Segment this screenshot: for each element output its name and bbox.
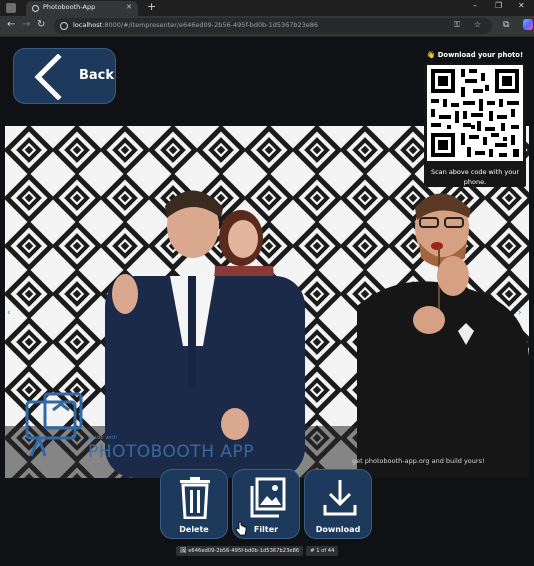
qr-download-panel: 👋 Download your photo! Scan above code w… (424, 51, 526, 187)
extensions-icon[interactable]: ⧉ (503, 20, 509, 30)
qr-card: Scan above code with your phone. (424, 62, 526, 187)
browser-tab[interactable]: Photobooth-App ✕ (26, 1, 138, 16)
download-button[interactable]: Download (304, 469, 372, 539)
globe-icon (32, 5, 39, 12)
photobooth-logo-icon (25, 392, 83, 457)
next-arrow-icon[interactable]: › (518, 308, 522, 318)
hand-cursor-icon (235, 521, 247, 536)
key-icon[interactable]: ⚿ (454, 20, 460, 30)
trash-icon (180, 477, 210, 519)
minimize-icon[interactable]: – (473, 1, 477, 10)
item-presenter-page: Back ‹ › 👋 Download your photo! Scan abo… (0, 37, 534, 566)
tab-actions-icon[interactable] (6, 3, 16, 13)
maximize-icon[interactable]: ❐ (495, 1, 502, 10)
prev-arrow-icon[interactable]: ‹ (7, 308, 11, 318)
watermark-link: get photobooth-app.org and build yours! (352, 457, 485, 465)
qr-caption: Scan above code with your phone. (430, 168, 520, 186)
back-button-label: Back (79, 68, 115, 83)
watermark-made-with: made with (88, 435, 118, 441)
delete-button[interactable]: Delete (160, 469, 228, 539)
copilot-icon[interactable] (523, 19, 533, 30)
star-icon[interactable]: ☆ (474, 20, 481, 29)
arrow-right-icon[interactable]: → (22, 19, 30, 31)
site-info-icon[interactable] (60, 22, 68, 30)
image-icon (250, 477, 286, 518)
tab-title: Photobooth-App (43, 3, 96, 11)
tab-close-icon[interactable]: ✕ (126, 3, 132, 11)
address-bar[interactable]: localhost:8000/#/itempresenter/e646ed09-… (54, 18, 492, 34)
qr-code (427, 65, 523, 161)
watermark-app-name: PHOTOBOOTH APP (88, 442, 255, 462)
item-id-badge: 🖼 e646ed09-2b56-495f-bd0b-1d5367b23e86 (176, 546, 304, 556)
delete-button-label: Delete (179, 525, 209, 534)
close-window-icon[interactable]: ✕ (518, 1, 525, 10)
browser-toolbar: ← → ↻ localhost:8000/#/itempresenter/e64… (0, 16, 534, 37)
url-text[interactable]: localhost:8000/#/itempresenter/e646ed09-… (73, 21, 318, 29)
download-button-label: Download (315, 525, 361, 534)
chevron-left-icon (34, 54, 62, 100)
download-icon (323, 480, 357, 516)
new-tab-button[interactable]: + (147, 1, 156, 13)
item-count-badge: # 1 of 44 (306, 546, 339, 556)
arrow-left-icon[interactable]: ← (7, 19, 15, 31)
qr-heading: 👋 Download your photo! (426, 51, 524, 59)
reload-icon[interactable]: ↻ (37, 19, 45, 31)
item-footer: 🖼 e646ed09-2b56-495f-bd0b-1d5367b23e86 # … (176, 546, 339, 556)
browser-tab-bar: Photobooth-App ✕ + – ❐ ✕ (0, 0, 534, 16)
back-button[interactable]: Back (13, 48, 116, 104)
